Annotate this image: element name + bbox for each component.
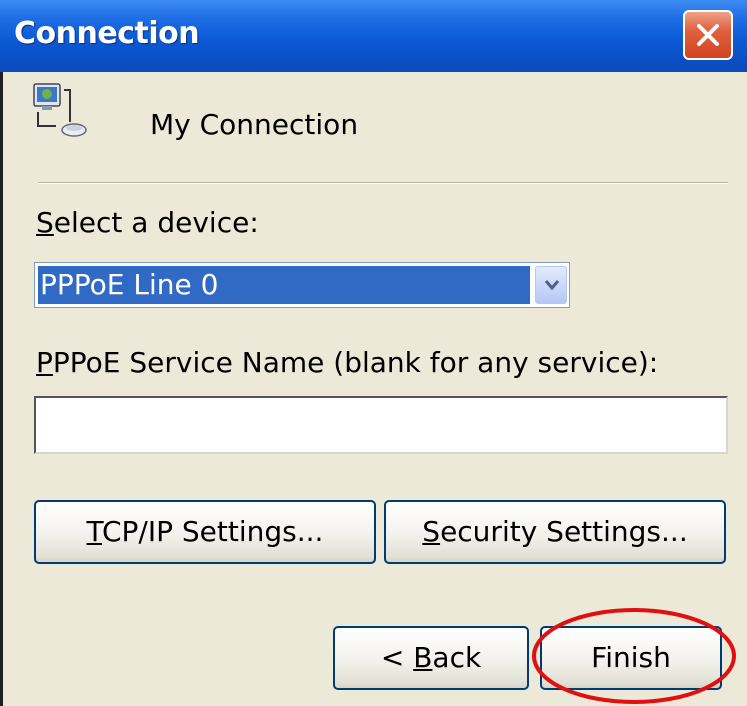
select-device-label-accelerator: S: [36, 206, 54, 239]
service-name-label-text: PPoE Service Name (blank for any service…: [52, 346, 659, 379]
finish-button[interactable]: Finish: [540, 626, 722, 690]
service-name-label-accelerator: P: [36, 346, 53, 379]
service-name-label: PPPoE Service Name (blank for any servic…: [36, 346, 658, 379]
network-connection-icon: [33, 83, 87, 137]
tcpip-settings-text: CP/IP Settings...: [102, 515, 324, 548]
device-selected-value: PPPoE Line 0: [38, 266, 530, 304]
security-settings-label: Security Settings...: [422, 502, 687, 562]
window-title: Connection: [14, 16, 200, 51]
tcpip-settings-button[interactable]: TCP/IP Settings...: [34, 500, 376, 564]
close-icon: [697, 24, 719, 46]
tcpip-settings-accelerator: T: [86, 515, 102, 548]
title-bar[interactable]: Connection: [0, 0, 747, 72]
finish-label: Finish: [591, 641, 671, 674]
back-text: ack: [432, 641, 482, 674]
device-select[interactable]: PPPoE Line 0: [34, 262, 570, 308]
dialog-body: [3, 72, 747, 706]
back-prefix: <: [380, 641, 414, 674]
back-button[interactable]: < Back: [333, 626, 529, 690]
chevron-down-icon: [544, 280, 560, 291]
select-device-label-text: elect a device:: [53, 206, 259, 239]
tcpip-settings-label: TCP/IP Settings...: [87, 502, 324, 562]
security-settings-accelerator: S: [422, 515, 441, 548]
close-button[interactable]: [683, 10, 733, 60]
divider: [38, 182, 728, 184]
connection-name: My Connection: [150, 108, 359, 141]
back-accelerator: B: [413, 641, 433, 674]
security-settings-button[interactable]: Security Settings...: [384, 500, 726, 564]
service-name-input[interactable]: [34, 396, 728, 454]
back-label: < Back: [381, 628, 481, 688]
security-settings-text: ecurity Settings...: [440, 515, 688, 548]
connection-dialog: Connection My Connection Select a device…: [0, 0, 747, 706]
select-device-label: Select a device:: [36, 206, 259, 239]
device-dropdown-button[interactable]: [535, 266, 567, 304]
